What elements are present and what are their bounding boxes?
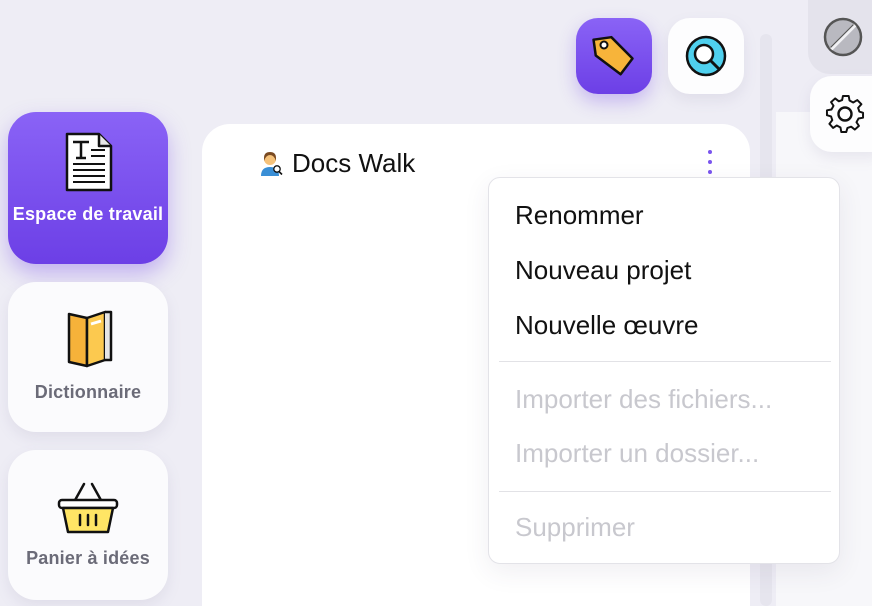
nav-label-workspace: Espace de travail bbox=[12, 204, 164, 224]
gear-icon bbox=[825, 94, 865, 134]
basket-icon bbox=[57, 482, 119, 534]
nav-item-idea-basket[interactable]: Panier à idées bbox=[8, 450, 168, 600]
context-menu: Renommer Nouveau projet Nouvelle œuvre I… bbox=[488, 177, 840, 564]
disabled-icon bbox=[823, 17, 863, 57]
tag-icon bbox=[592, 35, 634, 76]
search-icon bbox=[685, 35, 727, 77]
nav-label-dictionary: Dictionnaire bbox=[34, 382, 142, 402]
nav-label-idea-basket: Panier à idées bbox=[26, 548, 150, 568]
menu-item-delete: Supprimer bbox=[515, 512, 635, 542]
book-icon bbox=[67, 310, 113, 368]
menu-item-new-work[interactable]: Nouvelle œuvre bbox=[515, 310, 699, 341]
nav-item-workspace[interactable]: Espace de travail bbox=[8, 112, 168, 264]
menu-divider bbox=[499, 361, 831, 362]
settings-button[interactable] bbox=[810, 76, 872, 152]
menu-item-new-project[interactable]: Nouveau projet bbox=[515, 255, 691, 286]
menu-item-import-folder: Importer un dossier... bbox=[515, 438, 760, 468]
disabled-button[interactable] bbox=[808, 0, 872, 74]
search-button[interactable] bbox=[668, 18, 744, 94]
menu-divider bbox=[499, 491, 831, 492]
document-row[interactable]: Docs Walk bbox=[256, 146, 415, 180]
nav-item-dictionary[interactable]: Dictionnaire bbox=[8, 282, 168, 432]
menu-item-import-files: Importer des fichiers... bbox=[515, 384, 773, 414]
document-title: Docs Walk bbox=[292, 147, 416, 178]
tags-button[interactable] bbox=[576, 18, 652, 94]
menu-item-rename[interactable]: Renommer bbox=[515, 200, 644, 231]
document-icon bbox=[65, 132, 113, 192]
person-with-lupe-emoji bbox=[261, 152, 283, 176]
app-window: Espace de travail Dictionnaire Panier à … bbox=[0, 0, 872, 606]
more-options-icon[interactable] bbox=[700, 150, 720, 174]
